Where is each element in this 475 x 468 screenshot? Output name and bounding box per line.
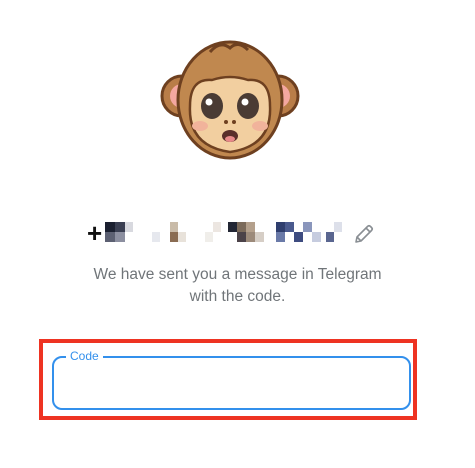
redaction-block [303, 222, 312, 232]
redaction-block [105, 222, 115, 232]
redaction-block [125, 222, 133, 232]
redaction-block [276, 232, 285, 242]
redaction-block [115, 232, 125, 242]
redaction-block [276, 222, 285, 232]
redaction-block [170, 232, 178, 242]
redaction-block [115, 222, 125, 232]
phone-number-text: + [87, 218, 103, 248]
redaction-block [294, 232, 303, 242]
redaction-block [237, 222, 246, 232]
redaction-block [255, 232, 264, 242]
message-line-1: We have sent you a message in Telegram [93, 266, 382, 283]
redaction-block [170, 222, 178, 232]
redaction-block [228, 222, 237, 232]
redaction-block [334, 222, 342, 232]
phone-number: + [0, 216, 475, 250]
code-input[interactable] [68, 370, 392, 398]
pencil-icon[interactable] [352, 222, 376, 246]
code-sent-message: We have sent you a message in Telegram w… [0, 264, 475, 308]
code-field[interactable]: Code [52, 349, 411, 410]
redaction-block [326, 232, 334, 242]
redaction-block [205, 232, 213, 242]
redaction-block [285, 222, 294, 232]
redaction-block [213, 222, 221, 232]
code-field-label: Code [66, 349, 103, 363]
redaction-block [237, 232, 246, 242]
redaction-block [178, 232, 186, 242]
redaction-block [152, 232, 160, 242]
redaction-block [246, 232, 255, 242]
monkey-face-icon [160, 40, 300, 160]
code-entry-page: + We have sent you a message in Telegram… [0, 0, 475, 468]
redaction-block [312, 232, 321, 242]
redaction-block [246, 222, 255, 232]
message-line-2: with the code. [189, 288, 286, 305]
redaction-block [105, 232, 115, 242]
